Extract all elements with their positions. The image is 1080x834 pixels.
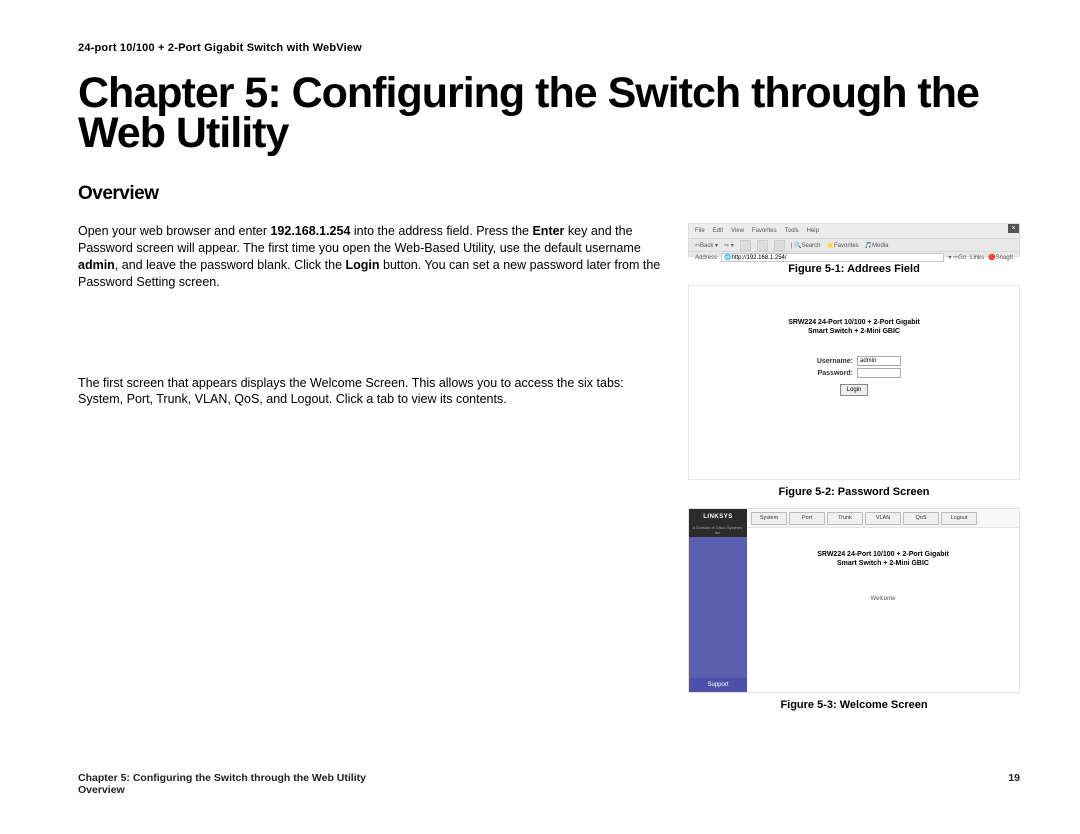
media-button: Media <box>872 243 888 249</box>
tab-system: System <box>751 512 787 525</box>
snagit-label: SnagIt <box>996 255 1013 261</box>
paragraph-2: The first screen that appears displays t… <box>78 375 668 409</box>
brand-logo: LINKSYS <box>689 509 747 525</box>
welcome-content: SRW224 24-Port 10/100 + 2-Port Gigabit S… <box>747 528 1019 692</box>
device-title: SRW224 24-Port 10/100 + 2-Port Gigabit S… <box>788 318 920 336</box>
figures-column: × File Edit View Favorites Tools Help ⇦B… <box>688 223 1020 721</box>
footer-section: Overview <box>78 784 366 796</box>
close-icon: × <box>1008 224 1019 233</box>
menu-file: File <box>695 228 705 234</box>
device-title-line1: SRW224 24-Port 10/100 + 2-Port Gigabit <box>747 550 1019 559</box>
button-name-login: Login <box>346 258 380 272</box>
refresh-icon <box>757 240 768 251</box>
page-footer: Chapter 5: Configuring the Switch throug… <box>78 772 1020 796</box>
password-input <box>857 368 901 378</box>
password-label: Password: <box>807 370 857 377</box>
browser-address-bar: Address 🌐 http://192.168.1.254/ ▾ ⇨Go Li… <box>689 252 1019 263</box>
browser-toolbar: ⇦Back ▾ ⇨ ▾ | 🔍Search ⭐Favorites 🎵Media <box>689 239 1019 252</box>
menu-tools: Tools <box>785 228 799 234</box>
welcome-text: Welcome <box>747 596 1019 602</box>
tab-trunk: Trunk <box>827 512 863 525</box>
support-button: Support <box>689 678 747 692</box>
menu-view: View <box>731 228 744 234</box>
document-header: 24-port 10/100 + 2-Port Gigabit Switch w… <box>78 42 1020 54</box>
menu-help: Help <box>807 228 819 234</box>
tab-qos: QoS <box>903 512 939 525</box>
ip-address: 192.168.1.254 <box>270 224 350 238</box>
login-button: Login <box>840 384 868 396</box>
go-button: Go <box>958 255 966 261</box>
brand-subtitle: A Division of Cisco Systems, Inc. <box>689 525 747 537</box>
menu-edit: Edit <box>713 228 723 234</box>
figure-3-welcome-screen: LINKSYS A Division of Cisco Systems, Inc… <box>688 508 1020 693</box>
figure-1-address-field: × File Edit View Favorites Tools Help ⇦B… <box>688 223 1020 257</box>
paragraph-1: Open your web browser and enter 192.168.… <box>78 223 668 291</box>
device-title-line1: SRW224 24-Port 10/100 + 2-Port Gigabit <box>788 318 920 327</box>
tab-port: Port <box>789 512 825 525</box>
text-fragment: into the address field. Press the <box>350 224 532 238</box>
links-label: Links <box>970 255 984 261</box>
page-number: 19 <box>1008 772 1020 796</box>
address-input: 🌐 http://192.168.1.254/ <box>721 253 944 262</box>
text-fragment: Open your web browser and enter <box>78 224 270 238</box>
text-fragment: , and leave the password blank. Click th… <box>115 258 346 272</box>
chapter-title: Chapter 5: Configuring the Switch throug… <box>78 74 1020 153</box>
figure-1-caption: Figure 5-1: Addrees Field <box>688 263 1020 275</box>
device-title-line2: Smart Switch + 2-Mini GBIC <box>788 327 920 336</box>
username-admin: admin <box>78 258 115 272</box>
favorites-button: Favorites <box>834 243 859 249</box>
browser-menubar: File Edit View Favorites Tools Help <box>689 224 1019 239</box>
home-icon <box>774 240 785 251</box>
figure-2-caption: Figure 5-2: Password Screen <box>688 486 1020 498</box>
section-title: Overview <box>78 183 1020 205</box>
address-label: Address <box>695 255 717 261</box>
footer-chapter: Chapter 5: Configuring the Switch throug… <box>78 772 366 784</box>
address-value: http://192.168.1.254/ <box>732 255 787 261</box>
sidebar: LINKSYS A Division of Cisco Systems, Inc… <box>689 509 747 692</box>
key-enter: Enter <box>532 224 564 238</box>
search-button: Search <box>801 243 820 249</box>
back-button: Back <box>700 243 713 249</box>
figure-2-password-screen: SRW224 24-Port 10/100 + 2-Port Gigabit S… <box>688 285 1020 480</box>
figure-3-caption: Figure 5-3: Welcome Screen <box>688 699 1020 711</box>
username-input: admin <box>857 356 901 366</box>
main-panel: System Port Trunk VLAN QoS Logout SRW224… <box>747 509 1019 692</box>
body-text-column: Open your web browser and enter 192.168.… <box>78 223 668 721</box>
tab-vlan: VLAN <box>865 512 901 525</box>
login-form: Username: admin Password: Login <box>807 354 901 396</box>
tab-bar: System Port Trunk VLAN QoS Logout <box>747 509 1019 528</box>
tab-logout: Logout <box>941 512 977 525</box>
stop-icon <box>740 240 751 251</box>
device-title-line2: Smart Switch + 2-Mini GBIC <box>747 559 1019 568</box>
username-label: Username: <box>807 358 857 365</box>
menu-favorites: Favorites <box>752 228 777 234</box>
